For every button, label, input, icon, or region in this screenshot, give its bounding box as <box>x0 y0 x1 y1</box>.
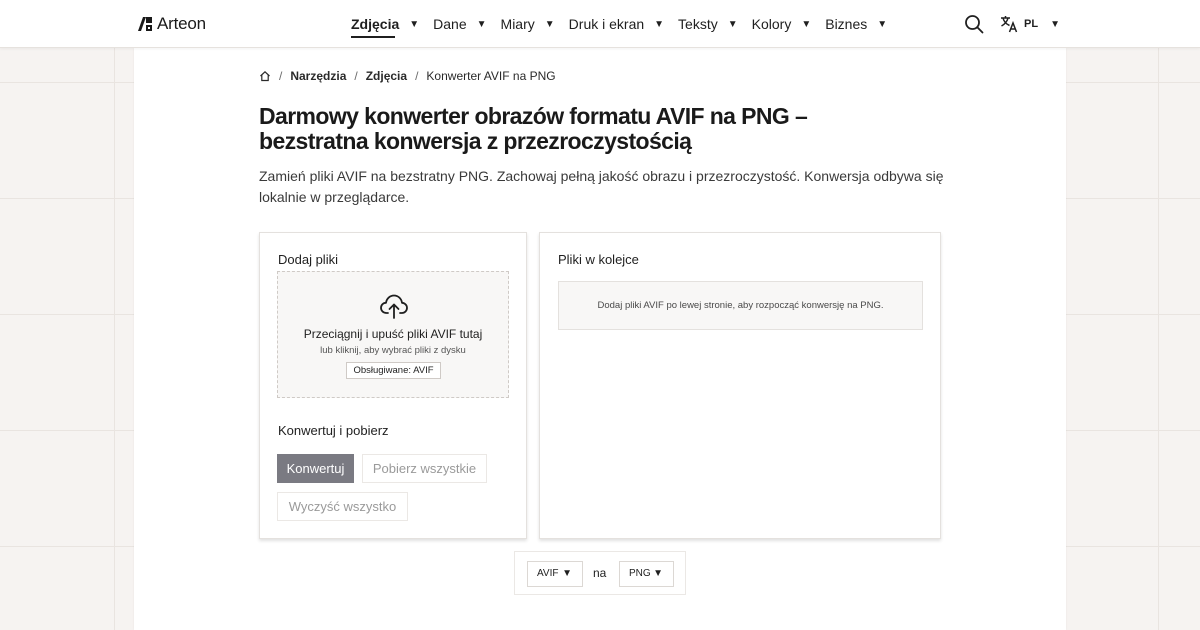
queue-panel: Pliki w kolejce Dodaj pliki AVIF po lewe… <box>539 232 941 539</box>
upload-heading: Dodaj pliki <box>278 252 338 267</box>
nav-label: Druk i ekran <box>568 16 645 32</box>
upload-panel: Dodaj pliki Przeciągnij i upuść pliki AV… <box>259 232 527 539</box>
header-actions: PL ▼ <box>964 0 1060 48</box>
language-selector[interactable]: PL ▼ <box>1000 15 1060 33</box>
nav-label: Zdjęcia <box>351 16 400 32</box>
nav-label: Dane <box>433 16 467 32</box>
breadcrumb-separator: / <box>354 69 358 83</box>
breadcrumb-separator: / <box>415 69 419 83</box>
page-description: Zamień pliki AVIF na bezstratny PNG. Zac… <box>259 168 944 205</box>
format-join-label: na <box>593 566 607 580</box>
nav-label: Biznes <box>825 16 868 32</box>
queue-heading: Pliki w kolejce <box>558 252 639 267</box>
chevron-down-icon: ▼ <box>544 18 555 30</box>
breadcrumb-separator: / <box>279 69 283 83</box>
breadcrumb-link-narzedzia[interactable]: Narzędzia <box>290 69 346 83</box>
source-format-select[interactable]: AVIF ▼ <box>527 561 583 587</box>
format-selector: AVIF ▼ na PNG ▼ <box>514 551 686 595</box>
queue-empty-state: Dodaj pliki AVIF po lewej stronie, aby r… <box>558 281 923 330</box>
page-title: Darmowy konwerter obrazów formatu AVIF n… <box>259 103 808 154</box>
dropzone-hint: lub kliknij, aby wybrać pliki z dysku <box>320 345 466 356</box>
breadcrumb-current: Konwerter AVIF na PNG <box>426 69 556 83</box>
chevron-down-icon: ▼ <box>653 568 663 579</box>
brand-logo[interactable]: Arteon <box>137 14 206 34</box>
chevron-down-icon: ▼ <box>727 18 738 30</box>
chevron-down-icon: ▼ <box>562 568 572 579</box>
chevron-down-icon: ▼ <box>654 18 665 30</box>
arteon-logo-icon <box>138 17 152 31</box>
breadcrumb-link-zdjecia[interactable]: Zdjęcia <box>366 69 407 83</box>
download-all-button[interactable]: Pobierz wszystkie <box>362 454 487 483</box>
breadcrumb: / Narzędzia / Zdjęcia / Konwerter AVIF n… <box>259 69 556 83</box>
supported-formats-badge: Obsługiwane: AVIF <box>346 362 441 379</box>
actions-heading: Konwertuj i pobierz <box>278 423 389 438</box>
nav-item-biznes[interactable]: Biznes ▼ <box>825 16 901 32</box>
convert-button[interactable]: Konwertuj <box>277 454 354 483</box>
file-dropzone[interactable]: Przeciągnij i upuść pliki AVIF tutaj lub… <box>277 271 509 398</box>
target-format-select[interactable]: PNG ▼ <box>619 561 674 587</box>
source-format-value: AVIF <box>537 568 559 579</box>
chevron-down-icon: ▼ <box>409 18 420 30</box>
nav-item-miary[interactable]: Miary ▼ <box>501 16 569 32</box>
nav-item-dane[interactable]: Dane ▼ <box>433 16 500 32</box>
nav-item-druk-i-ekran[interactable]: Druk i ekran ▼ <box>569 16 678 32</box>
chevron-down-icon: ▼ <box>801 18 812 30</box>
nav-item-teksty[interactable]: Teksty ▼ <box>678 16 752 32</box>
main-menu: Zdjęcia ▼ Dane ▼ Miary ▼ Druk i ekran ▼ … <box>351 0 901 48</box>
dropzone-instruction: Przeciągnij i upuść pliki AVIF tutaj <box>303 327 483 341</box>
language-code: PL <box>1024 18 1039 30</box>
search-icon[interactable] <box>964 14 984 34</box>
chevron-down-icon: ▼ <box>476 18 487 30</box>
clear-all-button[interactable]: Wyczyść wszystko <box>277 492 408 521</box>
translate-icon <box>1001 16 1018 33</box>
nav-label: Miary <box>500 16 535 32</box>
chevron-down-icon: ▼ <box>1050 18 1060 30</box>
main-content: / Narzędzia / Zdjęcia / Konwerter AVIF n… <box>134 48 1066 630</box>
nav-label: Kolory <box>751 16 792 32</box>
home-icon[interactable] <box>259 70 271 82</box>
chevron-down-icon: ▼ <box>877 18 888 30</box>
brand-name: Arteon <box>157 14 206 33</box>
cloud-upload-icon <box>380 294 408 319</box>
target-format-value: PNG <box>629 568 651 579</box>
nav-label: Teksty <box>678 16 718 32</box>
nav-item-kolory[interactable]: Kolory ▼ <box>752 16 826 32</box>
nav-item-zdjecia[interactable]: Zdjęcia ▼ <box>351 16 433 32</box>
top-navigation-bar: Arteon Zdjęcia ▼ Dane ▼ Miary ▼ Druk i e… <box>0 0 1200 48</box>
